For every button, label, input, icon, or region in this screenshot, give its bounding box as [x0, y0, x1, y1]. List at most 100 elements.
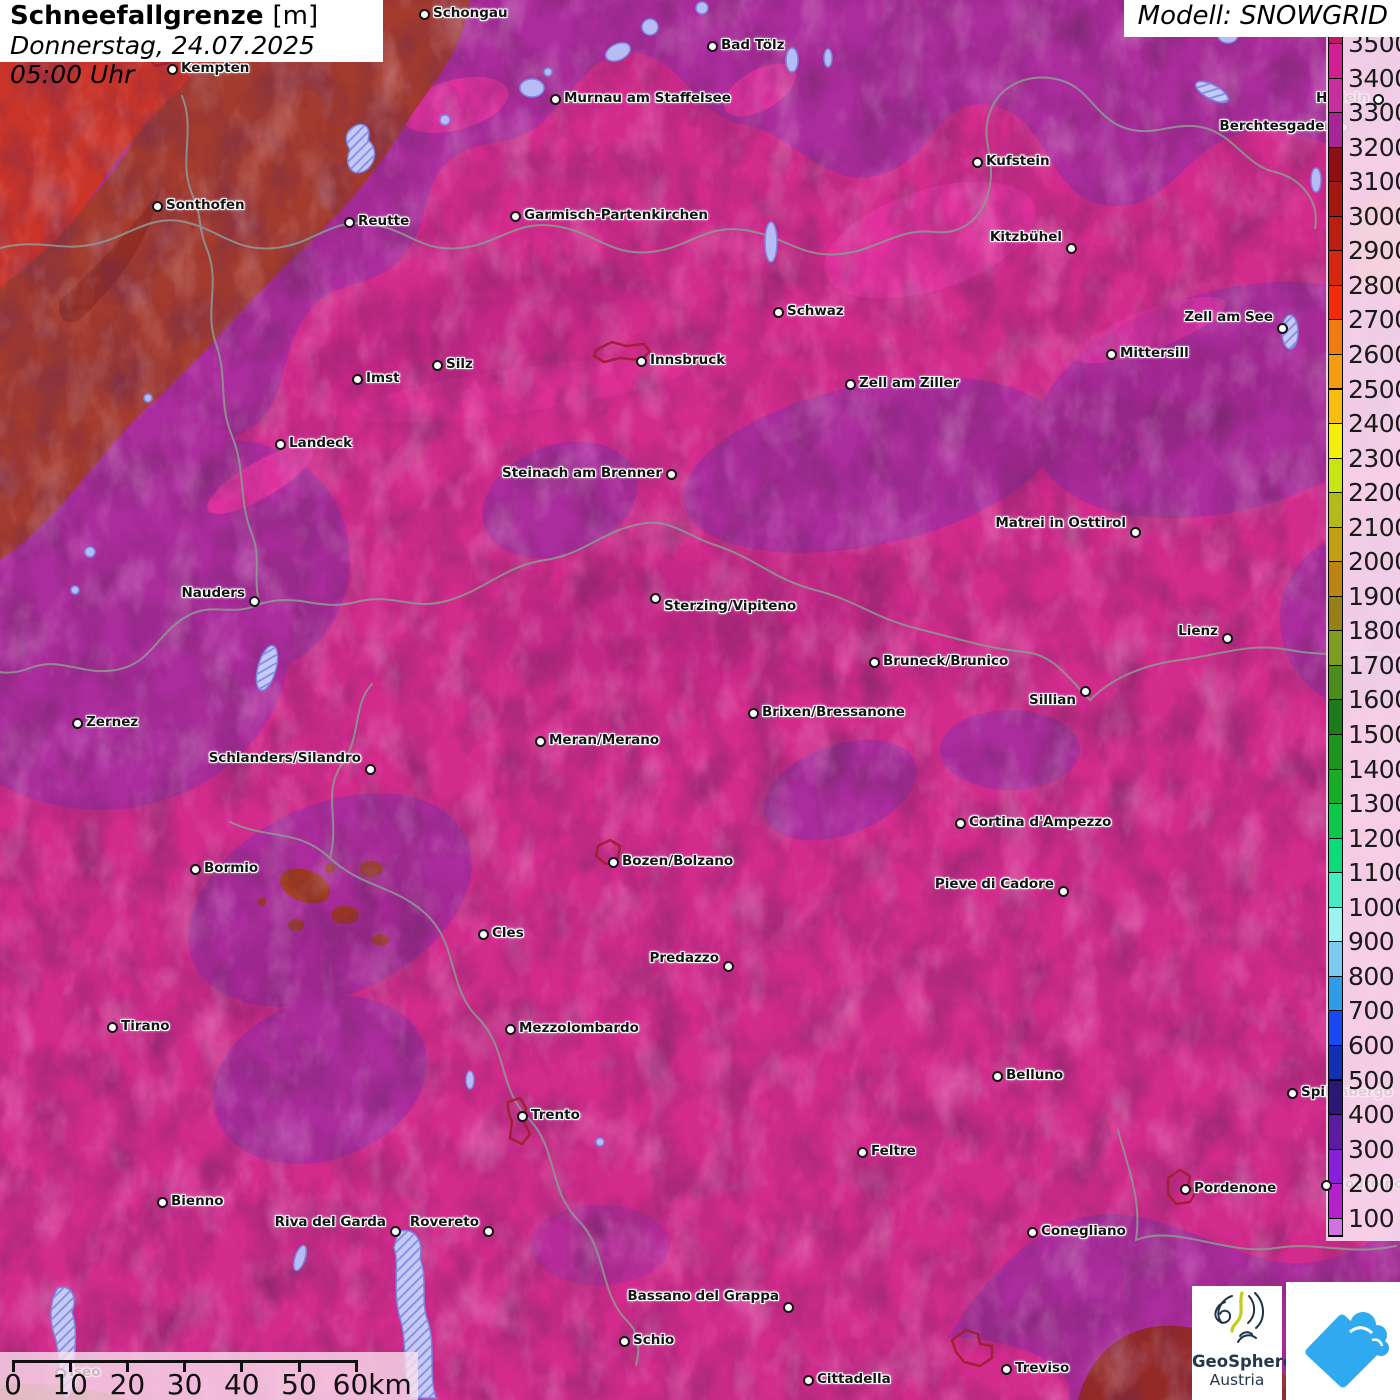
- city-dot: [431, 359, 443, 371]
- city-dot: [1000, 1363, 1012, 1375]
- city-label: Zell am See: [1184, 309, 1273, 325]
- city-label: Bienno: [171, 1193, 224, 1209]
- colorbar-segment: [1329, 804, 1342, 838]
- colorbar-segment: [1329, 424, 1342, 458]
- geosphere-contour-icon: [1214, 1291, 1264, 1343]
- city-dot: [509, 210, 521, 222]
- city-label: Bassano del Grappa: [627, 1288, 779, 1304]
- city-label: Treviso: [1015, 1360, 1070, 1376]
- colorbar-segment: [1329, 251, 1342, 285]
- city-dot: [343, 216, 355, 228]
- city-label: Schongau: [433, 5, 508, 21]
- city-label: Sillian: [1029, 692, 1076, 708]
- colorbar-segment: [1329, 665, 1342, 700]
- city-label: Bad Tölz: [721, 37, 785, 53]
- city-dot: [635, 355, 647, 367]
- city-dot: [954, 817, 966, 829]
- colorbar-segment: [1329, 147, 1342, 182]
- city-label: Belluno: [1006, 1067, 1064, 1083]
- city-dot: [364, 763, 376, 775]
- city-label: Mezzolombardo: [519, 1020, 639, 1036]
- colorbar-segment: [1329, 976, 1342, 1011]
- colorbar-segment: [1329, 1115, 1342, 1149]
- colorbar-segment: [1329, 596, 1342, 631]
- city-dot: [665, 468, 677, 480]
- city-label: Kufstein: [986, 153, 1050, 169]
- city-dot: [351, 373, 363, 385]
- city-dot: [607, 856, 619, 868]
- partner-logo: [1286, 1282, 1400, 1400]
- city-dot: [106, 1021, 118, 1033]
- city-label: Mittersill: [1120, 345, 1189, 361]
- timestamp: Donnerstag, 24.07.2025 05:00 Uhr: [10, 31, 315, 89]
- city-dot: [1026, 1226, 1038, 1238]
- city-dot: [991, 1070, 1003, 1082]
- scale-bar-number: 30: [166, 1368, 203, 1400]
- colorbar-segment: [1329, 562, 1342, 596]
- geosphere-name: GeoSphere: [1192, 1352, 1295, 1371]
- title-text: Schneefallgrenze: [10, 1, 264, 31]
- city-label: Innsbruck: [650, 352, 726, 368]
- colorbar-segment: [1329, 1045, 1342, 1080]
- scale-bar-number: 20: [109, 1368, 146, 1400]
- city-label: Sterzing/Vipiteno: [664, 598, 797, 614]
- colorbar-segment: [1329, 1149, 1342, 1184]
- city-label: Murnau am Staffelsee: [564, 90, 731, 106]
- city-dot: [482, 1225, 494, 1237]
- city-label: Schlanders/Silandro: [208, 750, 361, 766]
- colorbar: [1328, 34, 1343, 1237]
- page-title: Schneefallgrenze [m]: [10, 1, 373, 31]
- city-label: Berchtesgaden: [1219, 118, 1334, 134]
- colorbar-segment: [1329, 320, 1342, 354]
- city-label: Landeck: [289, 435, 353, 451]
- city-dot: [856, 1146, 868, 1158]
- scale-bar-number: 10: [52, 1368, 89, 1400]
- city-label: Garmisch-Partenkirchen: [524, 207, 708, 223]
- snowfall-limit-map: Schongau Bad Tölz Kempten Murnau am Staffel…: [0, 0, 1400, 1400]
- city-label: Sonthofen: [166, 197, 245, 213]
- colorbar-segment: [1329, 1080, 1342, 1115]
- city-label: Zell am Ziller: [859, 375, 960, 391]
- scale-bar-number: 50: [281, 1368, 317, 1400]
- colorbar-segment: [1329, 216, 1342, 251]
- city-dot: [151, 200, 163, 212]
- city-label: Conegliano: [1041, 1223, 1126, 1239]
- city-label: Pieve di Cadore: [934, 876, 1054, 892]
- city-label: Bormio: [204, 860, 259, 876]
- city-dot: [802, 1374, 814, 1386]
- city-dot: [649, 592, 661, 604]
- city-dot: [772, 306, 784, 318]
- city-dot: [156, 1196, 168, 1208]
- city-label: Predazzo: [649, 950, 719, 966]
- colorbar-segment: [1329, 700, 1342, 734]
- city-label: Feltre: [871, 1143, 916, 1159]
- colorbar-segment: [1329, 873, 1342, 907]
- model-label: Modell: SNOWGRID: [1123, 0, 1400, 37]
- city-label: Zernez: [86, 714, 139, 730]
- city-dot: [747, 707, 759, 719]
- city-dot: [504, 1023, 516, 1035]
- city-dot: [722, 960, 734, 972]
- city-label: Trento: [531, 1107, 580, 1123]
- colorbar-segment: [1329, 631, 1342, 665]
- scale-bar: 0 10 20 30 40 50 60km: [0, 1352, 418, 1400]
- city-dot: [248, 595, 260, 607]
- geosphere-country: Austria: [1209, 1371, 1265, 1389]
- city-dot: [389, 1225, 401, 1237]
- colorbar-segment: [1329, 493, 1342, 527]
- city-label: Schio: [633, 1332, 675, 1348]
- colorbar-segment: [1329, 44, 1342, 78]
- city-dot: [71, 717, 83, 729]
- colorbar-segment: [1329, 458, 1342, 493]
- city-dot: [868, 656, 880, 668]
- city-dot: [534, 735, 546, 747]
- colorbar-segment: [1329, 527, 1342, 562]
- city-label: Riva del Garda: [274, 1214, 386, 1230]
- city-dot: [189, 863, 201, 875]
- city-label: Bozen/Bolzano: [622, 853, 734, 869]
- city-dot: [516, 1110, 528, 1122]
- city-dot: [418, 8, 430, 20]
- city-dot: [1221, 632, 1233, 644]
- scale-bar-number: 40: [223, 1368, 260, 1400]
- city-dot: [274, 438, 286, 450]
